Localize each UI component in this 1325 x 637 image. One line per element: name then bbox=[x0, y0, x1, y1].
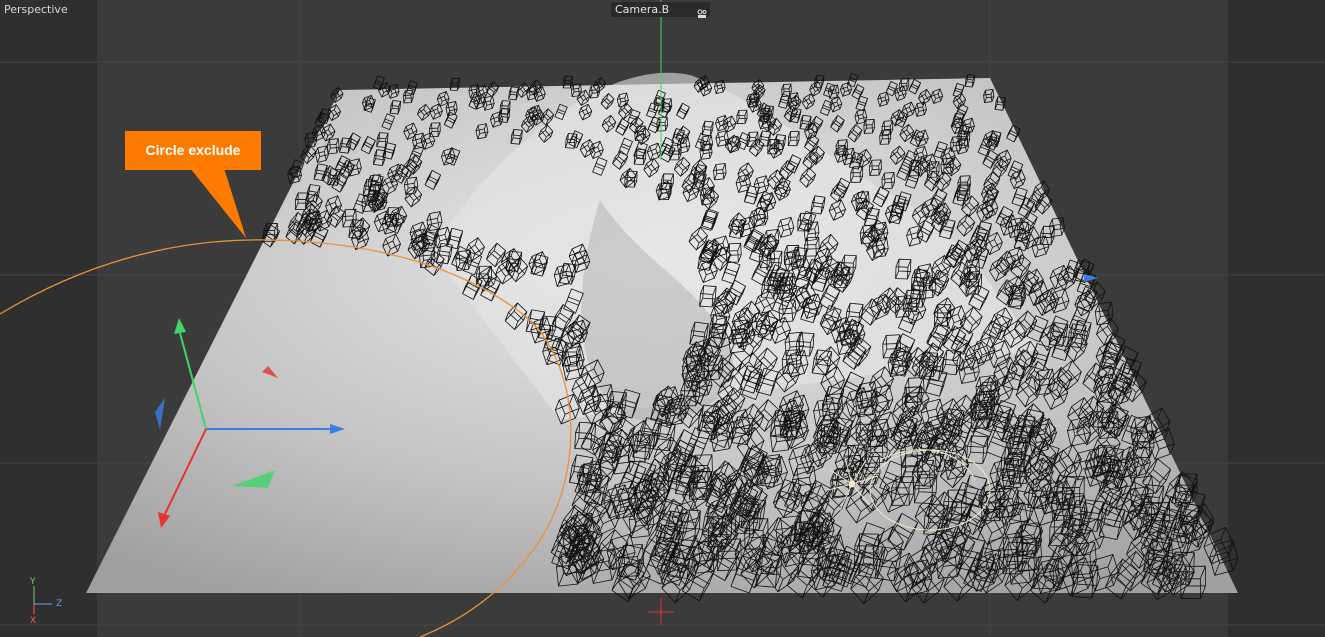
camera-icon[interactable] bbox=[697, 4, 707, 23]
axis-z-label: Z bbox=[56, 599, 63, 609]
scene-canvas[interactable] bbox=[0, 0, 1325, 637]
safe-frame-left bbox=[0, 0, 97, 637]
camera-name: Camera.B bbox=[615, 3, 670, 16]
callout-label: Circle exclude bbox=[125, 131, 261, 170]
3d-viewport[interactable]: Perspective Camera.B Circle exclude Y Z … bbox=[0, 0, 1325, 637]
viewport-title[interactable]: Perspective bbox=[4, 3, 68, 16]
camera-selector[interactable]: Camera.B bbox=[611, 2, 710, 18]
safe-frame-right bbox=[1228, 0, 1325, 637]
axis-x-label: X bbox=[30, 616, 37, 626]
axis-y-label: Y bbox=[30, 577, 36, 587]
